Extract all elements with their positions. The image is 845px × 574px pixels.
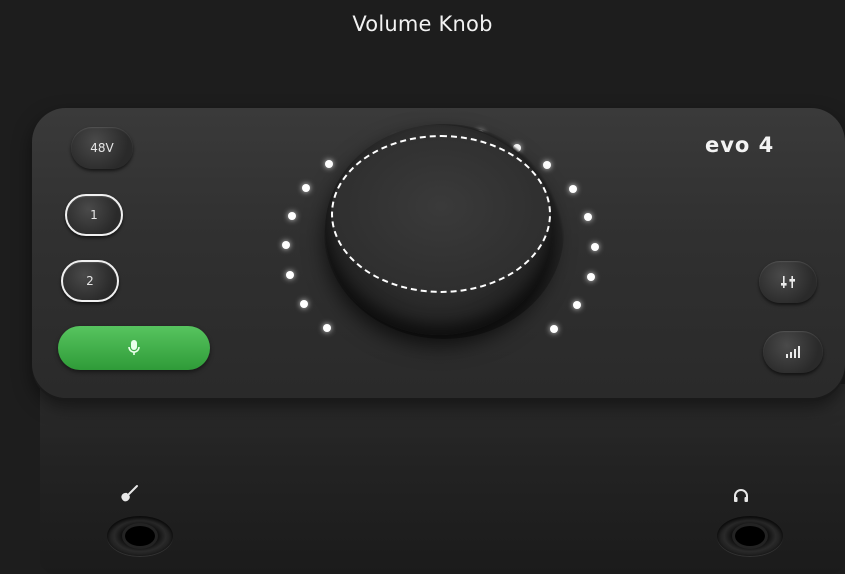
led-indicator xyxy=(300,300,308,308)
led-indicator xyxy=(323,324,331,332)
led-indicator xyxy=(286,271,294,279)
headphones-icon xyxy=(734,489,748,502)
led-indicator xyxy=(282,241,290,249)
mic-mode-button[interactable] xyxy=(58,326,210,370)
led-indicator xyxy=(302,184,310,192)
led-indicator xyxy=(288,212,296,220)
led-indicator xyxy=(591,243,599,251)
level-meter-button[interactable] xyxy=(763,331,823,373)
mixer-button[interactable] xyxy=(759,261,817,303)
led-indicator xyxy=(573,301,581,309)
led-indicator xyxy=(569,185,577,193)
phantom-power-label: 48V xyxy=(90,141,114,155)
volume-knob-highlight[interactable] xyxy=(331,135,551,293)
input-2-button[interactable]: 2 xyxy=(61,260,119,302)
device-logo: evo 4 xyxy=(705,133,775,157)
led-indicator xyxy=(325,160,333,168)
input-1-label: 1 xyxy=(90,208,98,222)
mixer-sliders-icon xyxy=(781,276,795,288)
led-indicator xyxy=(584,213,592,221)
led-indicator xyxy=(587,273,595,281)
guitar-icon xyxy=(121,485,138,502)
microphone-icon xyxy=(128,340,140,355)
instrument-input-jack[interactable] xyxy=(107,516,173,556)
audio-interface: 48V 1 2 evo 4 xyxy=(32,108,845,574)
led-indicator xyxy=(550,325,558,333)
page-title: Volume Knob xyxy=(352,12,493,36)
jack-socket xyxy=(125,526,155,546)
headphone-output-jack[interactable] xyxy=(717,516,783,556)
phantom-power-button[interactable]: 48V xyxy=(71,127,133,169)
input-2-label: 2 xyxy=(86,274,94,288)
jack-socket xyxy=(735,526,765,546)
input-1-button[interactable]: 1 xyxy=(65,194,123,236)
level-meter-icon xyxy=(786,346,800,358)
led-indicator xyxy=(543,161,551,169)
